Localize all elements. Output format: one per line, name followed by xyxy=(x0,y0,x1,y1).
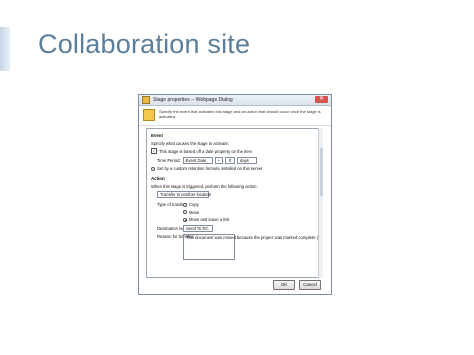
slide-accent-bar xyxy=(0,27,10,71)
stage-properties-dialog: Stage properties -- Webpage Dialog ✕ Spe… xyxy=(138,94,332,295)
destination-select[interactable]: Send To RC xyxy=(183,224,213,232)
custom-formula-radio[interactable] xyxy=(151,166,155,171)
reason-textarea[interactable]: This document was moved because the proj… xyxy=(183,234,321,260)
cancel-button[interactable]: Cancel xyxy=(299,280,321,290)
move-label: Move xyxy=(189,209,200,215)
action-intro: When this stage is triggered, perform th… xyxy=(151,183,258,189)
action-heading: Action xyxy=(151,176,165,181)
move-and-link-radio[interactable] xyxy=(183,217,187,222)
date-property-checkbox[interactable]: ✓ xyxy=(151,148,157,154)
custom-formula-label: Set by a custom retention formula instal… xyxy=(157,166,263,171)
dialog-header-text: Specify the event that activates this st… xyxy=(159,109,321,119)
offset-input[interactable]: 0 xyxy=(225,156,236,164)
dialog-header: Specify the event that activates this st… xyxy=(139,106,331,126)
move-radio[interactable] xyxy=(183,210,187,214)
dialog-app-icon xyxy=(142,96,150,104)
dialog-content: Event Specify what causes the stage to a… xyxy=(146,128,322,278)
date-property-label: This stage is based off a date property … xyxy=(159,148,253,154)
event-intro: Specify what causes the stage to activat… xyxy=(151,140,229,146)
unit-select[interactable]: days xyxy=(237,156,258,164)
content-scrollbar[interactable] xyxy=(318,128,323,278)
slide-title: Collaboration site xyxy=(38,29,251,59)
stage-icon xyxy=(143,109,155,121)
date-field-select[interactable]: Event Date xyxy=(182,156,213,164)
copy-radio[interactable] xyxy=(183,202,187,207)
copy-label: Copy xyxy=(189,202,199,207)
time-period-label: Time Period: xyxy=(157,157,181,163)
transfer-type-label: Type of transfer: xyxy=(157,202,188,207)
dialog-titlebar[interactable]: Stage properties -- Webpage Dialog ✕ xyxy=(139,95,331,106)
operator-select[interactable]: + xyxy=(214,156,224,164)
move-and-link-label: Move and leave a link xyxy=(189,217,230,222)
close-button[interactable]: ✕ xyxy=(315,96,328,103)
destination-label: Destination location: xyxy=(157,225,195,231)
scroll-thumb[interactable] xyxy=(320,148,323,196)
reason-label: Reason for transfer: xyxy=(157,234,195,239)
ok-button[interactable]: OK xyxy=(273,280,295,290)
event-heading: Event xyxy=(151,133,163,138)
dialog-title: Stage properties -- Webpage Dialog xyxy=(153,97,233,103)
action-select[interactable]: Transfer to another location xyxy=(157,191,211,198)
